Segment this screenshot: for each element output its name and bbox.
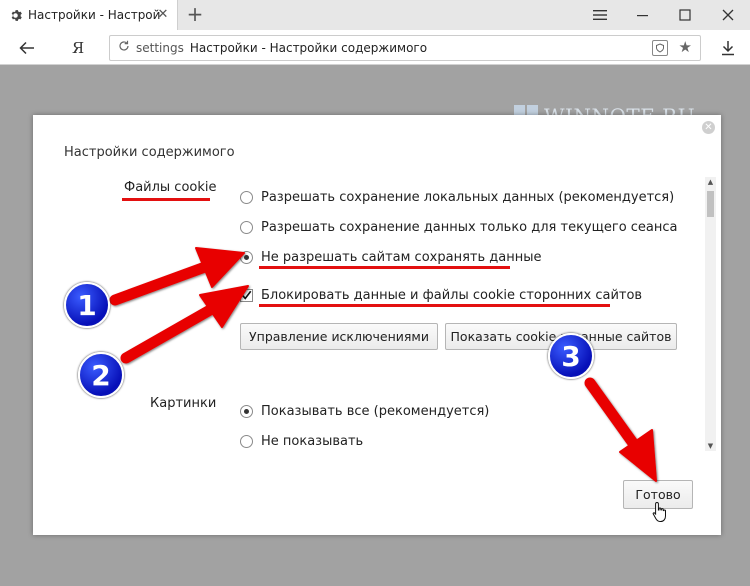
checkbox-checked[interactable] — [240, 288, 253, 302]
scrollbar-thumb[interactable] — [707, 191, 714, 217]
scroll-down-arrow-icon[interactable]: ▼ — [705, 441, 716, 451]
browser-toolbar: Я settings Настройки - Настройки содержи… — [0, 30, 750, 65]
yandex-button[interactable]: Я — [65, 35, 91, 61]
radio-button-selected[interactable] — [240, 404, 253, 418]
maximize-icon[interactable] — [665, 0, 705, 30]
dialog-title: Настройки содержимого — [64, 145, 235, 160]
option-label: Не разрешать сайтам сохранять данные — [261, 249, 542, 265]
close-window-icon[interactable] — [708, 0, 748, 30]
address-bar[interactable]: settings Настройки - Настройки содержимо… — [109, 35, 701, 61]
hand-cursor-icon — [652, 501, 666, 522]
cookie-option-block-sites[interactable]: Не разрешать сайтам сохранять данные — [240, 247, 541, 267]
images-section-label: Картинки — [150, 396, 217, 411]
annotation-underline-third-party — [259, 304, 610, 307]
minimize-icon[interactable] — [623, 0, 663, 30]
step-badge-3: 3 — [548, 333, 594, 379]
annotation-underline-block-sites — [259, 266, 510, 269]
cookie-option-session-only[interactable]: Разрешать сохранение данных только для т… — [240, 217, 678, 237]
dialog-scrollbar[interactable]: ▲ ▼ — [705, 177, 716, 451]
radio-button[interactable] — [240, 220, 253, 234]
option-label: Разрешать сохранение локальных данных (р… — [261, 189, 675, 205]
images-option-show-all[interactable]: Показывать все (рекомендуется) — [240, 401, 489, 421]
radio-button-selected[interactable] — [240, 250, 253, 264]
radio-button[interactable] — [240, 190, 253, 204]
tab-title: Настройки - Настройки с — [28, 8, 160, 22]
annotation-underline-cookies — [122, 198, 210, 201]
close-tab-icon[interactable]: ✕ — [155, 7, 171, 23]
new-tab-button[interactable]: + — [183, 3, 207, 27]
back-arrow-icon[interactable] — [14, 35, 40, 61]
checkbox-label: Блокировать данные и файлы cookie сторон… — [261, 287, 643, 303]
cookies-section-label: Файлы cookie — [124, 180, 217, 195]
shield-icon[interactable] — [652, 40, 668, 56]
radio-button[interactable] — [240, 434, 253, 448]
step-badge-2: 2 — [78, 352, 124, 398]
manage-exceptions-button[interactable]: Управление исключениями — [240, 323, 438, 350]
reload-icon[interactable] — [118, 40, 130, 56]
hamburger-menu-icon[interactable] — [580, 0, 620, 30]
option-label: Разрешать сохранение данных только для т… — [261, 219, 678, 235]
address-scheme: settings — [136, 41, 184, 55]
content-settings-dialog: ✕ Настройки содержимого Файлы cookie Раз… — [33, 115, 721, 535]
star-bookmark-icon[interactable]: ★ — [679, 38, 692, 56]
step-badge-1: 1 — [64, 282, 110, 328]
cookie-option-allow-local[interactable]: Разрешать сохранение локальных данных (р… — [240, 187, 674, 207]
scroll-up-arrow-icon[interactable]: ▲ — [705, 177, 716, 187]
dialog-close-icon[interactable]: ✕ — [702, 121, 715, 134]
download-icon[interactable] — [715, 35, 741, 61]
block-third-party-cookies[interactable]: Блокировать данные и файлы cookie сторон… — [240, 285, 642, 305]
option-label: Показывать все (рекомендуется) — [261, 403, 490, 419]
gear-icon — [8, 8, 22, 22]
option-label: Не показывать — [261, 433, 364, 449]
images-option-hide[interactable]: Не показывать — [240, 431, 363, 451]
browser-tab[interactable]: Настройки - Настройки с ✕ — [0, 0, 178, 30]
title-bar: Настройки - Настройки с ✕ + — [0, 0, 750, 30]
address-page-title: Настройки - Настройки содержимого — [189, 41, 428, 55]
